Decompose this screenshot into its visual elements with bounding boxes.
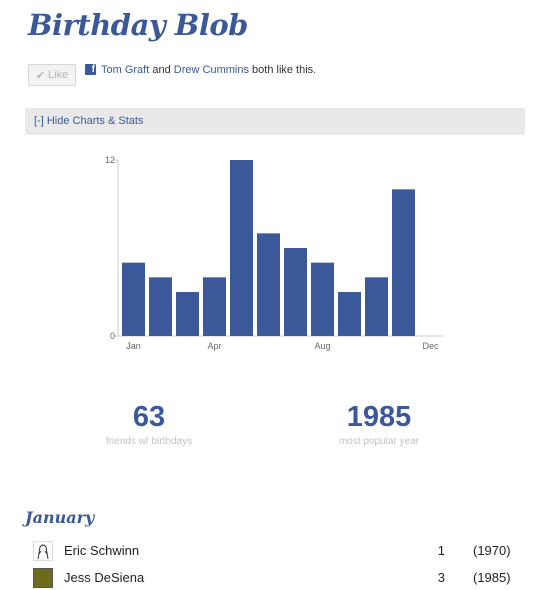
friends-count-label: friends w/ birthdays	[105, 436, 193, 447]
like-sentence: Tom Graft and Drew Cummins both like thi…	[101, 63, 331, 77]
like-button[interactable]: ✔ Like	[28, 64, 76, 86]
month-heading: January	[25, 508, 95, 527]
avatar	[33, 568, 53, 588]
friend-link-2[interactable]: Drew Cummins	[174, 64, 249, 76]
x-tick-label: Apr	[207, 341, 221, 351]
x-tick-label: Dec	[422, 341, 439, 351]
friend-link-1[interactable]: Tom Graft	[101, 64, 149, 76]
charts-toggle-bar: [-] Hide Charts & Stats	[25, 108, 525, 135]
birth-day: 3	[437, 570, 445, 585]
y-tick-label: 0	[110, 331, 115, 341]
like-joiner: and	[152, 64, 171, 76]
birthday-row[interactable]: Eric Schwinn 1 (1970)	[33, 539, 523, 563]
bar-mar	[176, 292, 199, 336]
avatar	[33, 541, 53, 561]
y-tick-label: 12	[105, 155, 115, 165]
bar-jun	[257, 233, 280, 336]
bar-feb	[149, 277, 172, 336]
birthday-month-chart: 0 12 Jan Apr Aug Dec	[105, 155, 444, 351]
bar-sep	[338, 292, 361, 336]
bar-jul	[284, 248, 307, 336]
popular-year-stat: 1985 most popular year	[299, 400, 459, 447]
x-tick-label: Jan	[126, 341, 141, 351]
friends-count: 63	[132, 401, 166, 433]
popular-year-label: most popular year	[338, 436, 420, 447]
bar-nov	[392, 189, 415, 336]
facebook-icon: f	[85, 64, 96, 75]
bar-apr	[203, 277, 226, 336]
person-name: Eric Schwinn	[64, 543, 140, 558]
birthday-row[interactable]: Jess DeSiena 3 (1985)	[33, 566, 523, 590]
check-icon: ✔	[35, 69, 46, 82]
bar-oct	[365, 277, 388, 336]
like-suffix: both like this.	[252, 64, 317, 76]
person-name: Jess DeSiena	[64, 570, 145, 585]
popular-year: 1985	[346, 401, 412, 433]
bar-aug	[311, 262, 334, 336]
birth-day: 1	[437, 543, 445, 558]
birth-year: (1970)	[473, 543, 511, 558]
birth-year: (1985)	[473, 570, 511, 585]
friends-stat: 63 friends w/ birthdays	[69, 400, 229, 447]
hide-charts-link[interactable]: [-] Hide Charts & Stats	[34, 115, 143, 127]
x-tick-label: Aug	[314, 341, 330, 351]
bar-jan	[122, 262, 145, 336]
bar-may	[230, 160, 253, 336]
like-button-label: Like	[48, 69, 69, 81]
app-title: Birthday Blob	[28, 8, 248, 42]
